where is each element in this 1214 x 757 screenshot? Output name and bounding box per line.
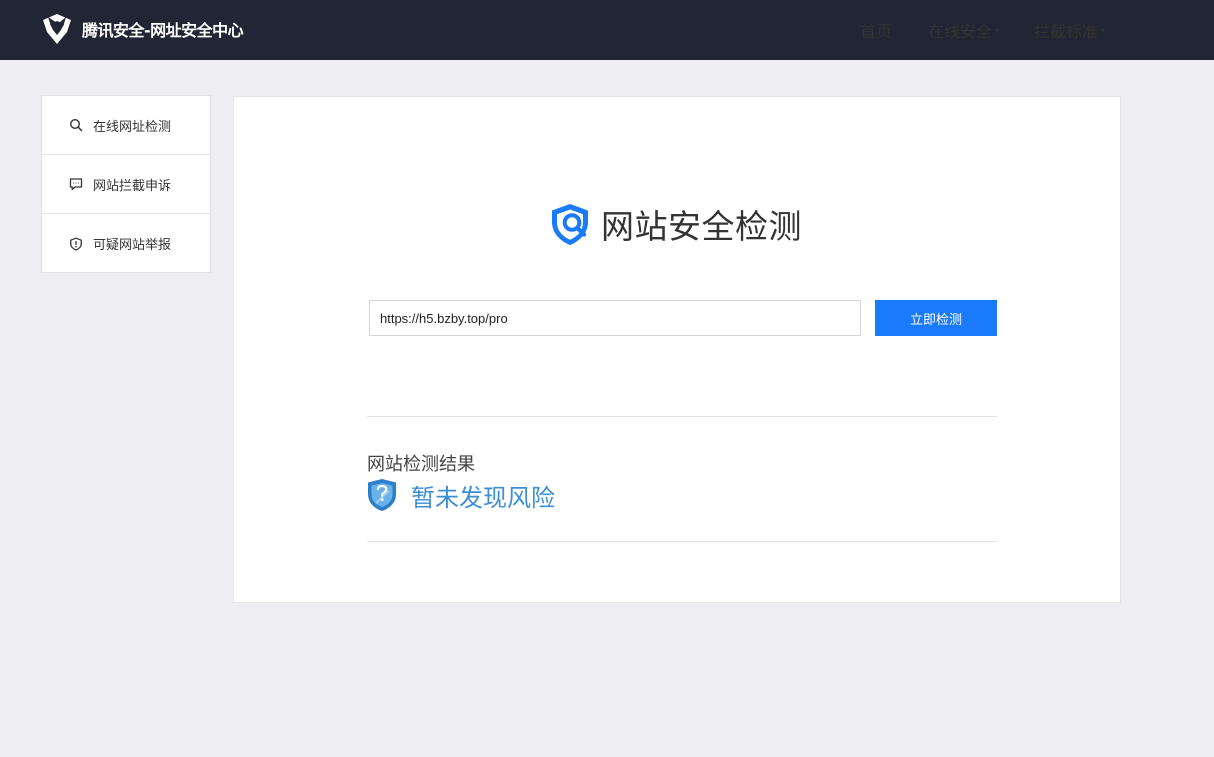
nav-home-label: 首页	[860, 22, 893, 41]
search-icon	[69, 118, 83, 132]
url-input[interactable]	[369, 300, 861, 336]
divider	[367, 541, 997, 542]
result-label: 网站检测结果	[367, 454, 475, 475]
brand[interactable]: 腾讯安全-网址安全中心	[40, 12, 244, 46]
chevron-down-icon: ▾	[995, 25, 1000, 35]
result-status-text: 暂未发现风险	[411, 483, 555, 512]
nav-block-standards[interactable]: 拦截标准 ▾	[1034, 0, 1105, 60]
sidebar: 在线网址检测 网站拦截申诉 可疑网站举报	[41, 95, 211, 273]
nav-block-standards-label: 拦截标准	[1034, 22, 1099, 41]
chevron-down-icon: ▾	[1101, 25, 1106, 35]
site-title: 腾讯安全-网址安全中心	[82, 21, 244, 40]
sidebar-item-report[interactable]: 可疑网站举报	[42, 214, 210, 273]
tencent-shield-logo-icon	[43, 14, 71, 44]
question-shield-icon	[368, 479, 396, 511]
sidebar-item-label: 在线网址检测	[93, 119, 172, 135]
divider	[367, 416, 997, 417]
chat-bubble-icon	[69, 178, 83, 191]
page-title: 网站安全检测	[601, 207, 802, 246]
sidebar-item-appeal[interactable]: 网站拦截申诉	[42, 155, 210, 214]
sidebar-item-label: 网站拦截申诉	[93, 178, 172, 194]
main-panel: 网站安全检测 立即检测 网站检测结果 暂未发现风险	[233, 96, 1121, 603]
top-navbar: 腾讯安全-网址安全中心 首页 在线安全 ▾ 拦截标准 ▾	[0, 0, 1214, 60]
result-status: 暂未发现风险	[367, 478, 555, 512]
shield-alert-icon	[70, 237, 82, 251]
sidebar-item-url-check[interactable]: 在线网址检测	[42, 96, 210, 155]
page-heading: 网站安全检测	[549, 200, 802, 248]
check-now-button[interactable]: 立即检测	[875, 300, 997, 336]
nav-home[interactable]: 首页	[860, 0, 892, 60]
sidebar-item-label: 可疑网站举报	[93, 238, 172, 253]
nav-online-security-label: 在线安全	[928, 22, 993, 41]
shield-search-icon	[552, 204, 588, 245]
nav-online-security[interactable]: 在线安全 ▾	[928, 0, 999, 60]
